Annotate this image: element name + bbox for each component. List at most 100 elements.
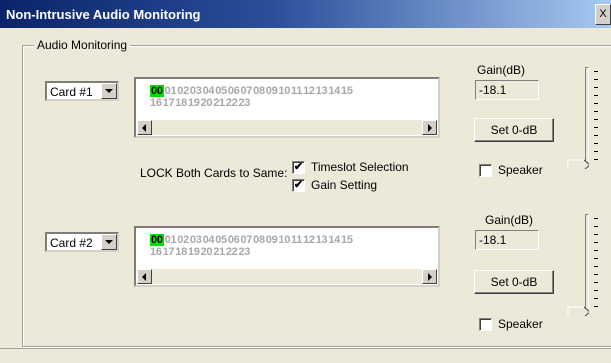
card1-select[interactable]: Card #1 xyxy=(45,81,119,101)
slider-tick xyxy=(594,95,598,96)
timeslot-21[interactable]: 21 xyxy=(213,97,225,109)
timeslot-13[interactable]: 13 xyxy=(316,234,328,246)
card2-select-value: Card #2 xyxy=(50,236,93,250)
timeslot-08[interactable]: 08 xyxy=(253,85,265,97)
timeslot-23[interactable]: 23 xyxy=(238,97,250,109)
timeslot-10[interactable]: 10 xyxy=(278,85,290,97)
timeslot-16[interactable]: 16 xyxy=(150,246,162,258)
timeslot-06[interactable]: 06 xyxy=(228,234,240,246)
lock-gain-checkbox[interactable]: ✔ xyxy=(292,179,305,192)
timeslot-12[interactable]: 12 xyxy=(303,234,315,246)
card1-scroll-right-button[interactable] xyxy=(422,120,437,135)
card2-speaker-label: Speaker xyxy=(498,317,543,331)
timeslot-06[interactable]: 06 xyxy=(228,85,240,97)
timeslot-16[interactable]: 16 xyxy=(150,97,162,109)
lock-label: LOCK Both Cards to Same: xyxy=(140,166,288,180)
card1-timeslots: 00 010203040506070809101112131415 16171819… xyxy=(150,85,440,109)
timeslot-09[interactable]: 09 xyxy=(266,85,278,97)
timeslot-23[interactable]: 23 xyxy=(238,246,250,258)
timeslot-22[interactable]: 22 xyxy=(226,97,238,109)
audio-monitoring-window: Non-Intrusive Audio Monitoring X Audio M… xyxy=(0,0,611,363)
card2-scrollbar[interactable] xyxy=(137,269,437,284)
card1-scrollbar[interactable] xyxy=(137,120,437,135)
chevron-down-icon xyxy=(105,240,113,244)
slider-tick xyxy=(594,290,598,291)
timeslot-08[interactable]: 08 xyxy=(253,234,265,246)
card2-scroll-right-button[interactable] xyxy=(422,269,437,284)
timeslot-04[interactable]: 04 xyxy=(203,85,215,97)
card1-speaker-checkbox[interactable] xyxy=(479,164,492,177)
timeslot-19[interactable]: 19 xyxy=(188,246,200,258)
timeslot-21[interactable]: 21 xyxy=(213,246,225,258)
card1-dropdown-button[interactable] xyxy=(101,83,117,99)
slider-tick xyxy=(594,306,598,307)
timeslot-20[interactable]: 20 xyxy=(201,97,213,109)
timeslot-10[interactable]: 10 xyxy=(278,234,290,246)
slider-tick xyxy=(594,103,598,104)
close-button[interactable]: X xyxy=(595,4,611,25)
timeslot-22[interactable]: 22 xyxy=(226,246,238,258)
card2-select[interactable]: Card #2 xyxy=(45,232,119,252)
card1-scroll-left-button[interactable] xyxy=(137,120,152,135)
card2-scroll-left-button[interactable] xyxy=(137,269,152,284)
slider-tick xyxy=(594,135,598,136)
timeslot-00[interactable]: 00 xyxy=(150,234,164,246)
card2-timeslots: 00 010203040506070809101112131415 16171819… xyxy=(150,234,440,258)
card1-slider-track xyxy=(585,67,589,169)
lock-timeslot-checkbox[interactable]: ✔ xyxy=(292,161,305,174)
timeslot-00[interactable]: 00 xyxy=(150,85,164,97)
timeslot-18[interactable]: 18 xyxy=(175,97,187,109)
timeslot-15[interactable]: 15 xyxy=(341,234,353,246)
timeslot-07[interactable]: 07 xyxy=(240,85,252,97)
timeslot-02[interactable]: 02 xyxy=(177,85,189,97)
timeslot-03[interactable]: 03 xyxy=(190,85,202,97)
slider-tick xyxy=(594,250,598,251)
title-bar[interactable]: Non-Intrusive Audio Monitoring X xyxy=(0,0,611,28)
card1-set-0db-button[interactable]: Set 0-dB xyxy=(474,118,554,142)
card1-gain-value: -18.1 xyxy=(475,80,539,100)
card2-dropdown-button[interactable] xyxy=(101,234,117,250)
lock-timeslot-label: Timeslot Selection xyxy=(311,160,409,174)
slider-tick xyxy=(594,79,598,80)
timeslot-12[interactable]: 12 xyxy=(303,85,315,97)
timeslot-row: 00 010203040506070809101112131415 xyxy=(150,234,440,246)
card2-speaker-checkbox[interactable] xyxy=(479,318,492,331)
timeslot-row: 1617181920212223 xyxy=(150,97,440,109)
bottom-bar xyxy=(0,348,611,363)
slider-tick xyxy=(594,226,598,227)
card2-timeslot-list[interactable]: 00 010203040506070809101112131415 16171819… xyxy=(134,226,440,287)
slider-thumb[interactable] xyxy=(567,306,589,316)
slider-thumb[interactable] xyxy=(567,159,589,169)
card2-gain-slider[interactable] xyxy=(567,212,599,320)
timeslot-04[interactable]: 04 xyxy=(203,234,215,246)
slider-tick xyxy=(594,127,598,128)
timeslot-13[interactable]: 13 xyxy=(316,85,328,97)
timeslot-15[interactable]: 15 xyxy=(341,85,353,97)
card2-set-0db-button[interactable]: Set 0-dB xyxy=(474,270,554,294)
timeslot-18[interactable]: 18 xyxy=(175,246,187,258)
slider-tick xyxy=(594,298,598,299)
timeslot-row: 00 010203040506070809101112131415 xyxy=(150,85,440,97)
timeslot-19[interactable]: 19 xyxy=(188,97,200,109)
timeslot-11[interactable]: 11 xyxy=(291,234,302,246)
timeslot-11[interactable]: 11 xyxy=(291,85,302,97)
timeslot-03[interactable]: 03 xyxy=(190,234,202,246)
timeslot-14[interactable]: 14 xyxy=(328,234,340,246)
chevron-down-icon xyxy=(105,89,113,93)
timeslot-05[interactable]: 05 xyxy=(215,234,227,246)
timeslot-14[interactable]: 14 xyxy=(328,85,340,97)
timeslot-07[interactable]: 07 xyxy=(240,234,252,246)
timeslot-20[interactable]: 20 xyxy=(201,246,213,258)
slider-tick xyxy=(594,234,598,235)
timeslot-05[interactable]: 05 xyxy=(215,85,227,97)
timeslot-01[interactable]: 01 xyxy=(165,85,177,97)
card1-timeslot-list[interactable]: 00 010203040506070809101112131415 16171819… xyxy=(134,77,440,138)
timeslot-09[interactable]: 09 xyxy=(266,234,278,246)
slider-tick xyxy=(594,274,598,275)
card1-gain-slider[interactable] xyxy=(567,65,599,173)
arrow-right-icon xyxy=(428,273,432,281)
timeslot-17[interactable]: 17 xyxy=(163,97,175,109)
timeslot-17[interactable]: 17 xyxy=(163,246,175,258)
timeslot-01[interactable]: 01 xyxy=(165,234,177,246)
timeslot-02[interactable]: 02 xyxy=(177,234,189,246)
